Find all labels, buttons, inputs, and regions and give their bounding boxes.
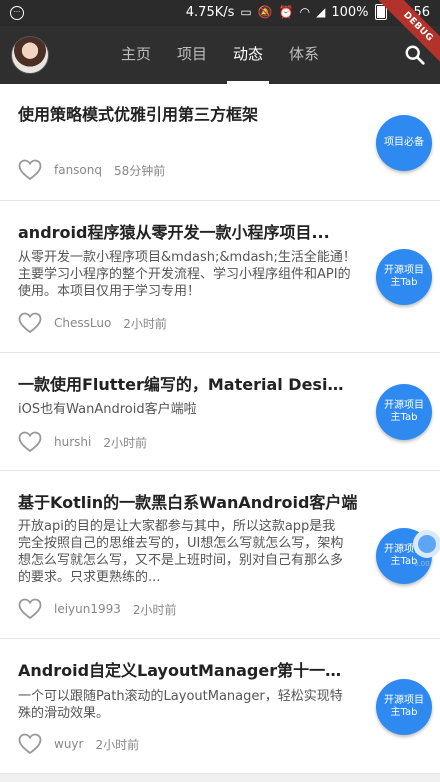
article-description: 一个可以跟随Path滚动的LayoutManager，轻松实现特殊的滑动效果。 bbox=[18, 689, 343, 721]
category-tag[interactable]: 开源项目主Tab bbox=[376, 679, 432, 735]
category-tag[interactable]: 项目必备 bbox=[376, 115, 432, 171]
wifi-icon: ◠ bbox=[299, 5, 311, 19]
author-name[interactable]: wuyr bbox=[54, 737, 83, 751]
floating-overlay-label: 0.00 bbox=[414, 560, 430, 568]
tab-system[interactable]: 体系 bbox=[276, 26, 332, 84]
notification-icon: ··· bbox=[10, 6, 24, 20]
publish-time: 2小时前 bbox=[132, 602, 177, 617]
category-tag[interactable]: 开源项目主Tab bbox=[376, 249, 432, 305]
article-title[interactable]: 一款使用Flutter编写的，Material Design... bbox=[18, 371, 348, 395]
author-name[interactable]: fansonq bbox=[54, 163, 102, 177]
article-title[interactable]: 使用策略模式优雅引用第三方框架 bbox=[18, 101, 348, 125]
publish-time: 2小时前 bbox=[103, 435, 147, 450]
heart-icon[interactable] bbox=[18, 312, 42, 334]
feed-list: 使用策略模式优雅引用第三方框架 fansonq 58分钟前 项目必备 andro… bbox=[0, 84, 440, 774]
tab-bar: 主页 项目 动态 体系 bbox=[108, 26, 332, 84]
article-meta: hurshi 2小时前 bbox=[18, 431, 147, 453]
network-speed: 4.75K/s bbox=[185, 4, 235, 20]
tab-feed[interactable]: 动态 bbox=[220, 26, 276, 84]
article-title[interactable]: 基于Kotlin的一款黑白系WanAndroid客户端 bbox=[18, 489, 358, 513]
list-item[interactable]: 使用策略模式优雅引用第三方框架 fansonq 58分钟前 项目必备 bbox=[0, 84, 440, 201]
publish-time: 2小时前 bbox=[123, 316, 167, 331]
avatar[interactable] bbox=[11, 36, 49, 74]
category-tag[interactable]: 开源项目主Tab bbox=[376, 384, 432, 440]
article-meta: ChessLuo 2小时前 bbox=[18, 312, 167, 334]
heart-icon[interactable] bbox=[18, 431, 42, 453]
list-item[interactable]: android程序猿从零开发一款小程序项目... 从零开发一款小程序项目&mda… bbox=[0, 201, 440, 353]
mute-icon: 🔕 bbox=[257, 5, 273, 19]
article-title[interactable]: Android自定义LayoutManager第十一式... bbox=[18, 657, 348, 681]
article-description: 开放api的目的是让大家都参与其中，所以这款app是我完全按照自己的思维去写的，… bbox=[18, 519, 344, 585]
heart-icon[interactable] bbox=[18, 733, 42, 755]
author-name[interactable]: leiyun1993 bbox=[54, 602, 121, 616]
screen-icon: ▭ bbox=[240, 5, 252, 19]
article-description: iOS也有WanAndroid客户端啦 bbox=[18, 402, 197, 417]
floating-overlay-bubble[interactable] bbox=[413, 530, 440, 558]
app-bar: 主页 项目 动态 体系 bbox=[0, 26, 440, 84]
article-title[interactable]: android程序猿从零开发一款小程序项目... bbox=[18, 219, 348, 243]
heart-icon[interactable] bbox=[18, 598, 42, 620]
alarm-icon: ⏰ bbox=[278, 5, 294, 19]
status-bar: ··· 4.75K/s ▭ 🔕 ⏰ ◠ ◢ 100% 19:56 bbox=[0, 0, 440, 26]
publish-time: 58分钟前 bbox=[114, 163, 166, 178]
tab-projects[interactable]: 项目 bbox=[164, 26, 220, 84]
signal-icon: ◢ bbox=[316, 5, 326, 19]
list-item[interactable]: 基于Kotlin的一款黑白系WanAndroid客户端 开放api的目的是让大家… bbox=[0, 471, 440, 639]
author-name[interactable]: hurshi bbox=[54, 435, 91, 449]
heart-icon[interactable] bbox=[18, 159, 42, 181]
author-name[interactable]: ChessLuo bbox=[54, 316, 111, 330]
article-meta: fansonq 58分钟前 bbox=[18, 159, 165, 181]
article-meta: leiyun1993 2小时前 bbox=[18, 598, 177, 620]
list-item[interactable]: 一款使用Flutter编写的，Material Design... iOS也有W… bbox=[0, 353, 440, 471]
search-icon[interactable] bbox=[404, 44, 426, 66]
article-meta: wuyr 2小时前 bbox=[18, 733, 139, 755]
publish-time: 2小时前 bbox=[95, 737, 140, 752]
tab-home[interactable]: 主页 bbox=[108, 26, 164, 84]
battery-percent: 100% bbox=[331, 4, 369, 20]
article-description: 从零开发一款小程序项目&mdash;&mdash;生活全能通！主要学习小程序的整… bbox=[18, 250, 356, 299]
list-item[interactable]: Android自定义LayoutManager第十一式... 一个可以跟随Pat… bbox=[0, 639, 440, 774]
